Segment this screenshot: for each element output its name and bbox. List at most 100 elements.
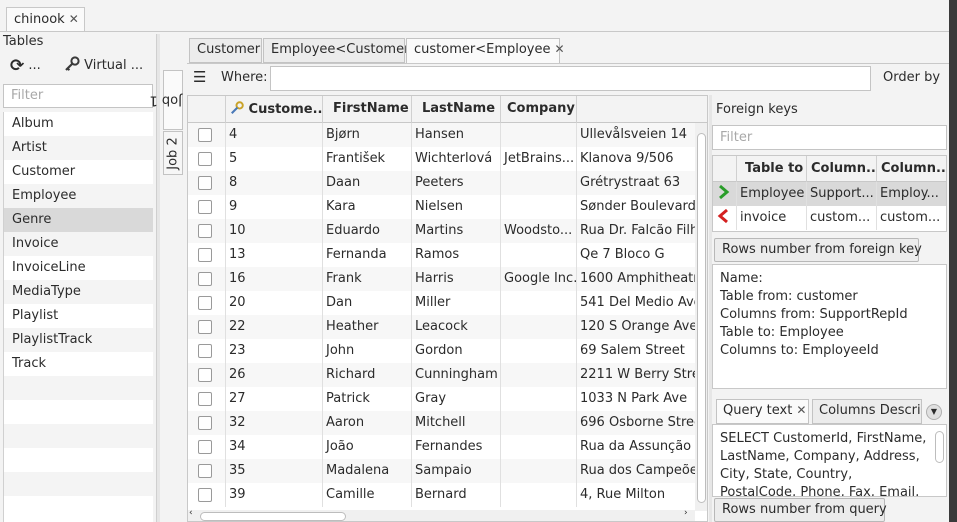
row-checkbox[interactable] xyxy=(198,200,212,214)
table-cell[interactable]: Madalena xyxy=(323,459,412,483)
table-cell[interactable]: Fernanda xyxy=(323,243,412,267)
tab-customer-employee[interactable]: customer<Employee ✕ xyxy=(406,38,565,63)
table-cell[interactable] xyxy=(501,171,577,195)
row-checkbox[interactable] xyxy=(198,296,212,310)
table-cell[interactable]: Mitchell xyxy=(412,411,501,435)
table-cell[interactable]: Sampaio xyxy=(412,459,501,483)
table-cell[interactable]: 35 xyxy=(226,459,323,483)
table-cell[interactable]: 1033 N Park Ave xyxy=(577,387,707,411)
tab-job-1[interactable]: Job 1 ✕ xyxy=(149,70,197,130)
table-cell[interactable]: Rua Dr. Falcão Filh xyxy=(577,219,707,243)
table-list-item[interactable]: Employee xyxy=(4,184,153,208)
row-checkbox[interactable] xyxy=(198,440,212,454)
vertical-scrollbar[interactable] xyxy=(695,123,707,511)
row-checkbox[interactable] xyxy=(198,368,212,382)
table-cell[interactable]: Nielsen xyxy=(412,195,501,219)
table-cell[interactable]: Kara xyxy=(323,195,412,219)
table-cell[interactable]: Leacock xyxy=(412,315,501,339)
table-list-item[interactable]: Track xyxy=(4,352,153,376)
table-cell[interactable]: 696 Osborne Stree xyxy=(577,411,707,435)
tab-job-2[interactable]: Job 2 xyxy=(163,131,183,175)
fk-row[interactable]: invoice custom... custom... xyxy=(713,206,946,230)
foreign-keys-filter-input[interactable]: Filter xyxy=(712,125,947,150)
table-cell[interactable]: Heather xyxy=(323,315,412,339)
column-header[interactable]: LastName xyxy=(412,96,501,123)
table-cell[interactable]: 4 xyxy=(226,123,323,147)
scroll-right-icon[interactable]: › xyxy=(684,508,688,518)
column-header[interactable]: FirstName xyxy=(323,96,412,123)
row-checkbox[interactable] xyxy=(198,416,212,430)
table-row[interactable]: 10 Eduardo Martins Woodsto... Rua Dr. Falcão… xyxy=(188,219,698,243)
query-text-area[interactable]: SELECT CustomerId, FirstName, LastName, … xyxy=(712,424,947,497)
table-cell[interactable]: Peeters xyxy=(412,171,501,195)
table-cell[interactable]: Gordon xyxy=(412,339,501,363)
table-cell[interactable]: Camille xyxy=(323,483,412,507)
row-checkbox[interactable] xyxy=(198,488,212,502)
table-cell[interactable]: Qe 7 Bloco G xyxy=(577,243,707,267)
table-list-item[interactable]: Invoice xyxy=(4,232,153,256)
table-list-item[interactable]: Genre xyxy=(4,208,153,232)
table-cell[interactable]: Aaron xyxy=(323,411,412,435)
tables-filter-input[interactable]: Filter xyxy=(3,84,153,108)
table-cell[interactable]: 23 xyxy=(226,339,323,363)
table-cell[interactable]: Grétrystraat 63 xyxy=(577,171,707,195)
menu-icon[interactable]: ☰ xyxy=(193,68,206,86)
table-cell[interactable]: Patrick xyxy=(323,387,412,411)
table-cell[interactable]: Fernandes xyxy=(412,435,501,459)
table-cell[interactable]: 8 xyxy=(226,171,323,195)
fk-row[interactable]: Employee Support... Employ... xyxy=(713,182,946,206)
table-list-item[interactable]: Playlist xyxy=(4,304,153,328)
table-cell[interactable]: 27 xyxy=(226,387,323,411)
select-column-header[interactable] xyxy=(188,96,226,123)
row-checkbox[interactable] xyxy=(198,248,212,262)
table-cell[interactable]: Martins xyxy=(412,219,501,243)
table-cell[interactable]: Sønder Boulevard xyxy=(577,195,707,219)
rows-from-foreign-key-button[interactable]: Rows number from foreign key xyxy=(714,238,922,262)
results-grid[interactable]: Custome... FirstName LastName Company 4B… xyxy=(187,95,708,522)
row-checkbox[interactable] xyxy=(198,320,212,334)
table-row[interactable]: 27 Patrick Gray 1033 N Park Ave xyxy=(188,387,698,411)
table-cell[interactable]: Harris xyxy=(412,267,501,291)
column-header[interactable]: Column... xyxy=(807,156,877,182)
table-row[interactable]: 9 Kara Nielsen Sønder Boulevard xyxy=(188,195,698,219)
column-header[interactable]: Custome... xyxy=(226,96,323,123)
table-row[interactable]: 20 Dan Miller 541 Del Medio Ave xyxy=(188,291,702,315)
row-checkbox[interactable] xyxy=(198,176,212,190)
row-checkbox[interactable] xyxy=(198,224,212,238)
table-cell[interactable]: Rua da Assunção 5 xyxy=(577,435,707,459)
table-list-item[interactable]: Customer xyxy=(4,160,153,184)
row-checkbox[interactable] xyxy=(198,272,212,286)
table-cell[interactable] xyxy=(501,435,577,459)
table-cell[interactable]: 39 xyxy=(226,483,323,507)
tab-customer[interactable]: Customer xyxy=(189,38,262,63)
refresh-button[interactable]: ⟳ ... xyxy=(10,56,46,78)
table-cell[interactable]: Cunningham xyxy=(412,363,501,387)
column-header[interactable] xyxy=(577,96,707,123)
table-row[interactable]: 22 Heather Leacock 120 S Orange Ave xyxy=(188,315,698,339)
table-cell[interactable]: 32 xyxy=(226,411,323,435)
table-row[interactable]: 35 Madalena Sampaio Rua dos Campeões xyxy=(188,459,705,483)
row-checkbox[interactable] xyxy=(198,392,212,406)
close-icon[interactable]: ✕ xyxy=(796,403,806,417)
table-cell[interactable]: 26 xyxy=(226,363,323,387)
tabs-dropdown-icon[interactable]: ▼ xyxy=(926,404,942,420)
table-row[interactable]: 5 František Wichterlová JetBrains... Klanova… xyxy=(188,147,698,171)
table-list-item[interactable]: PlaylistTrack xyxy=(4,328,153,352)
close-icon[interactable]: ✕ xyxy=(555,42,565,56)
table-cell[interactable] xyxy=(501,459,577,483)
table-row[interactable]: 16 Frank Harris Google Inc. 1600 Amphitheatr… xyxy=(188,267,706,291)
table-cell[interactable]: Ullevålsveien 14 xyxy=(577,123,707,147)
table-cell[interactable] xyxy=(501,123,577,147)
virtual-foreign-key-button[interactable]: Virtual ... xyxy=(64,56,154,78)
table-cell[interactable]: 22 xyxy=(226,315,323,339)
table-cell[interactable] xyxy=(501,291,577,315)
table-cell[interactable]: Klanova 9/506 xyxy=(577,147,707,171)
table-cell[interactable]: Bjørn xyxy=(323,123,412,147)
table-cell[interactable]: Bernard xyxy=(412,483,501,507)
table-cell[interactable] xyxy=(501,315,577,339)
table-cell[interactable]: 20 xyxy=(226,291,323,315)
table-row[interactable]: 8 Daan Peeters Grétrystraat 63 xyxy=(188,171,698,195)
table-cell[interactable]: Rua dos Campeões xyxy=(577,459,707,483)
table-cell[interactable]: Woodsto... xyxy=(501,219,577,243)
scrollbar-thumb[interactable] xyxy=(935,431,944,463)
